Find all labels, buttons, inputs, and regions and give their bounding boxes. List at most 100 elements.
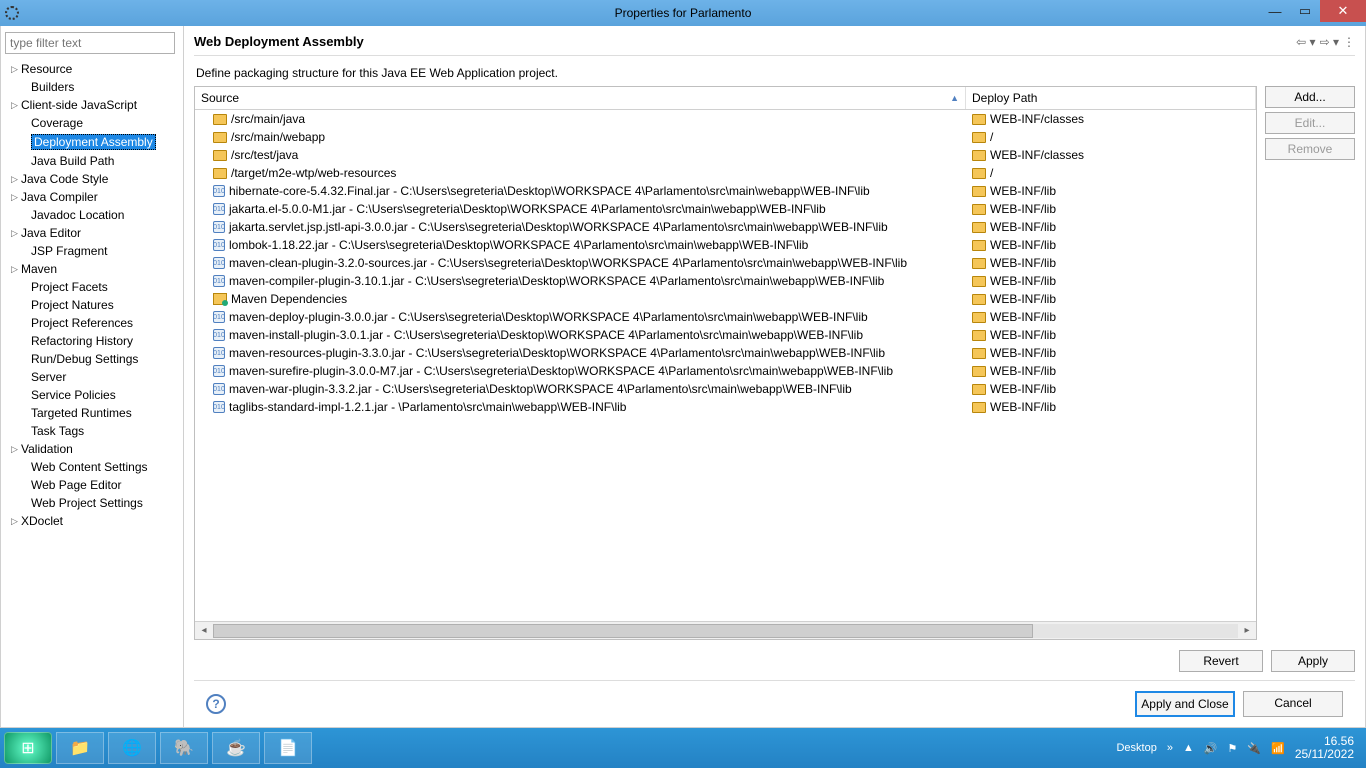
table-row[interactable]: /src/test/java WEB-INF/classes bbox=[195, 146, 1256, 164]
deploy-cell: WEB-INF/classes bbox=[966, 148, 1256, 162]
sidebar-item-jsp-fragment[interactable]: JSP Fragment bbox=[5, 242, 179, 260]
column-source[interactable]: Source ▲ bbox=[195, 87, 966, 109]
table-row[interactable]: 010taglibs-standard-impl-1.2.1.jar - \Pa… bbox=[195, 398, 1256, 416]
sidebar-item-targeted-runtimes[interactable]: Targeted Runtimes bbox=[5, 404, 179, 422]
volume-icon[interactable]: 🔊 bbox=[1204, 742, 1218, 755]
sidebar-item-java-build-path[interactable]: Java Build Path bbox=[5, 152, 179, 170]
jar-icon: 010 bbox=[213, 257, 225, 269]
jar-icon: 010 bbox=[213, 329, 225, 341]
table-row[interactable]: 010maven-compiler-plugin-3.10.1.jar - C:… bbox=[195, 272, 1256, 290]
deploy-cell: WEB-INF/lib bbox=[966, 346, 1256, 360]
sidebar-item-deployment-assembly[interactable]: Deployment Assembly bbox=[5, 132, 179, 152]
source-cell: 010maven-deploy-plugin-3.0.0.jar - C:\Us… bbox=[195, 310, 966, 324]
sidebar-item-service-policies[interactable]: Service Policies bbox=[5, 386, 179, 404]
sidebar-item-javadoc-location[interactable]: Javadoc Location bbox=[5, 206, 179, 224]
cancel-button[interactable]: Cancel bbox=[1243, 691, 1343, 717]
sidebar-item-refactoring-history[interactable]: Refactoring History bbox=[5, 332, 179, 350]
remove-button[interactable]: Remove bbox=[1265, 138, 1355, 160]
folder-icon bbox=[972, 366, 986, 377]
sidebar-item-resource[interactable]: ▷Resource bbox=[5, 60, 179, 78]
table-row[interactable]: 010hibernate-core-5.4.32.Final.jar - C:\… bbox=[195, 182, 1256, 200]
filter-input[interactable] bbox=[5, 32, 175, 54]
sidebar-item-builders[interactable]: Builders bbox=[5, 78, 179, 96]
source-text: maven-compiler-plugin-3.10.1.jar - C:\Us… bbox=[229, 274, 884, 288]
help-icon[interactable]: ? bbox=[206, 694, 226, 714]
table-row[interactable]: 010maven-war-plugin-3.3.2.jar - C:\Users… bbox=[195, 380, 1256, 398]
eclipse-task-icon[interactable]: ☕ bbox=[212, 732, 260, 764]
sidebar-item-label: Refactoring History bbox=[31, 334, 133, 348]
menu-icon[interactable]: ⋮ bbox=[1343, 35, 1355, 49]
table-row[interactable]: 010jakarta.servlet.jsp.jstl-api-3.0.0.ja… bbox=[195, 218, 1256, 236]
sidebar-item-label: Java Editor bbox=[21, 226, 81, 240]
apply-close-button[interactable]: Apply and Close bbox=[1135, 691, 1235, 717]
folder-icon bbox=[213, 168, 227, 179]
sidebar-item-project-natures[interactable]: Project Natures bbox=[5, 296, 179, 314]
clock[interactable]: 16.56 25/11/2022 bbox=[1295, 735, 1354, 761]
table-row[interactable]: /target/m2e-wtp/web-resources/ bbox=[195, 164, 1256, 182]
power-icon[interactable]: 🔌 bbox=[1247, 742, 1261, 755]
source-text: maven-war-plugin-3.3.2.jar - C:\Users\se… bbox=[229, 382, 852, 396]
table-row[interactable]: 010maven-resources-plugin-3.3.0.jar - C:… bbox=[195, 344, 1256, 362]
table-row[interactable]: 010maven-deploy-plugin-3.0.0.jar - C:\Us… bbox=[195, 308, 1256, 326]
jar-icon: 010 bbox=[213, 185, 225, 197]
source-text: maven-resources-plugin-3.3.0.jar - C:\Us… bbox=[229, 346, 885, 360]
sidebar-item-java-compiler[interactable]: ▷Java Compiler bbox=[5, 188, 179, 206]
table-row-empty bbox=[195, 524, 1256, 542]
table-row[interactable]: /src/main/webapp/ bbox=[195, 128, 1256, 146]
table-row[interactable]: 010maven-surefire-plugin-3.0.0-M7.jar - … bbox=[195, 362, 1256, 380]
sidebar-item-label: Task Tags bbox=[31, 424, 84, 438]
sidebar-item-xdoclet[interactable]: ▷XDoclet bbox=[5, 512, 179, 530]
sidebar-item-label: Client-side JavaScript bbox=[21, 98, 137, 112]
sidebar-item-coverage[interactable]: Coverage bbox=[5, 114, 179, 132]
sidebar-item-web-page-editor[interactable]: Web Page Editor bbox=[5, 476, 179, 494]
expander-icon: ▷ bbox=[11, 192, 21, 203]
sidebar-item-run-debug-settings[interactable]: Run/Debug Settings bbox=[5, 350, 179, 368]
sidebar-item-client-side-javascript[interactable]: ▷Client-side JavaScript bbox=[5, 96, 179, 114]
sidebar-item-server[interactable]: Server bbox=[5, 368, 179, 386]
table-row[interactable]: 010lombok-1.18.22.jar - C:\Users\segrete… bbox=[195, 236, 1256, 254]
sidebar-item-web-content-settings[interactable]: Web Content Settings bbox=[5, 458, 179, 476]
table-row-empty bbox=[195, 470, 1256, 488]
tray-up-icon[interactable]: ▲ bbox=[1183, 742, 1194, 754]
forward-icon[interactable]: ⇨ ▾ bbox=[1320, 35, 1339, 49]
sidebar-item-java-code-style[interactable]: ▷Java Code Style bbox=[5, 170, 179, 188]
table-row[interactable]: /src/main/javaWEB-INF/classes bbox=[195, 110, 1256, 128]
sidebar-item-project-references[interactable]: Project References bbox=[5, 314, 179, 332]
desktop-toolbar-label[interactable]: Desktop bbox=[1116, 742, 1156, 754]
pgadmin-icon[interactable]: 🐘 bbox=[160, 732, 208, 764]
close-button[interactable]: ✕ bbox=[1320, 0, 1366, 22]
sidebar-item-maven[interactable]: ▷Maven bbox=[5, 260, 179, 278]
sidebar-item-label: Targeted Runtimes bbox=[31, 406, 132, 420]
table-row[interactable]: 010maven-clean-plugin-3.2.0-sources.jar … bbox=[195, 254, 1256, 272]
flag-icon[interactable]: ⚑ bbox=[1228, 742, 1238, 755]
tray-chevron-icon[interactable]: » bbox=[1167, 742, 1173, 754]
edit-button[interactable]: Edit... bbox=[1265, 112, 1355, 134]
maximize-button[interactable]: ▭ bbox=[1290, 0, 1320, 22]
add-button[interactable]: Add... bbox=[1265, 86, 1355, 108]
column-deploy[interactable]: Deploy Path bbox=[966, 87, 1256, 109]
table-row[interactable]: Maven DependenciesWEB-INF/lib bbox=[195, 290, 1256, 308]
table-row[interactable]: 010maven-install-plugin-3.0.1.jar - C:\U… bbox=[195, 326, 1256, 344]
source-text: /src/main/java bbox=[231, 112, 305, 126]
back-icon[interactable]: ⇦ ▾ bbox=[1296, 35, 1315, 49]
explorer-icon[interactable]: 📁 bbox=[56, 732, 104, 764]
category-tree: ▷ResourceBuilders▷Client-side JavaScript… bbox=[5, 60, 179, 721]
horizontal-scrollbar[interactable]: ◂ ▸ bbox=[195, 621, 1256, 639]
chrome-icon[interactable]: 🌐 bbox=[108, 732, 156, 764]
table-row[interactable]: 010jakarta.el-5.0.0-M1.jar - C:\Users\se… bbox=[195, 200, 1256, 218]
wifi-icon[interactable]: 📶 bbox=[1271, 742, 1285, 755]
source-text: /src/test/java bbox=[231, 148, 298, 162]
eclipse-icon bbox=[5, 6, 19, 20]
revert-button[interactable]: Revert bbox=[1179, 650, 1263, 672]
sidebar-item-java-editor[interactable]: ▷Java Editor bbox=[5, 224, 179, 242]
expander-icon: ▷ bbox=[11, 100, 21, 111]
deploy-text: WEB-INF/lib bbox=[990, 346, 1056, 360]
sidebar-item-task-tags[interactable]: Task Tags bbox=[5, 422, 179, 440]
sidebar-item-web-project-settings[interactable]: Web Project Settings bbox=[5, 494, 179, 512]
sidebar-item-validation[interactable]: ▷Validation bbox=[5, 440, 179, 458]
start-button[interactable]: ⊞ bbox=[4, 732, 52, 764]
notepad-icon[interactable]: 📄 bbox=[264, 732, 312, 764]
apply-button[interactable]: Apply bbox=[1271, 650, 1355, 672]
sidebar-item-project-facets[interactable]: Project Facets bbox=[5, 278, 179, 296]
minimize-button[interactable]: — bbox=[1260, 0, 1290, 22]
